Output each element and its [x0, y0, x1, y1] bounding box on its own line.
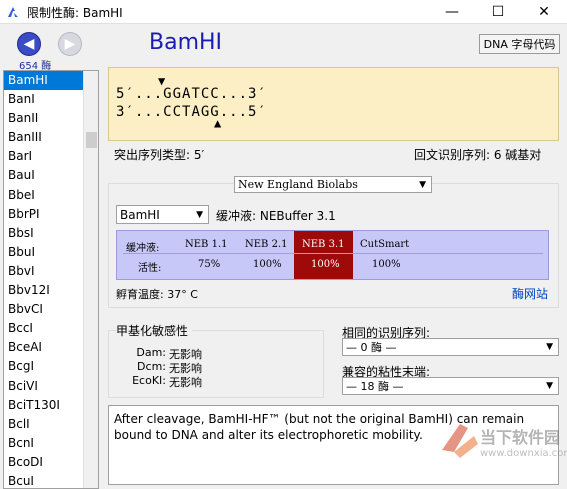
chevron-down-icon: ▼ — [546, 381, 553, 391]
methylation-title: 甲基化敏感性 — [116, 322, 193, 339]
overhang-type: 突出序列类型: 5′ — [114, 148, 205, 162]
back-arrow-icon[interactable]: ◀ — [17, 32, 41, 56]
enzyme-website-link[interactable]: 酶网站 — [512, 285, 548, 302]
minimize-button[interactable]: — — [429, 0, 475, 24]
same-recognition-select[interactable]: — 0 酶 — ▼ — [342, 338, 559, 356]
enzyme-title: BamHI — [149, 30, 223, 55]
app-icon — [8, 7, 18, 17]
enzyme-list[interactable]: BamHI BanI BanII BanIII BarI BauI BbeI BbrPI Bbs… — [3, 70, 99, 489]
supplier-select[interactable]: New England Biolabs ▼ — [234, 176, 432, 193]
divider — [123, 253, 543, 254]
incubation-temp: 孵育温度: 37° C — [116, 288, 198, 301]
compatible-ends-select[interactable]: — 18 酶 — ▼ — [342, 377, 559, 395]
buffer-col-name: CutSmart — [360, 239, 410, 250]
enzyme-select[interactable]: BamHI ▼ — [116, 205, 209, 224]
palindrome-info: 回文识别序列: 6 碱基对 — [414, 148, 542, 162]
methylation-name: Dcm: — [137, 360, 166, 373]
title-bar: 限制性酶: BamHI — ☐ ✕ — [0, 0, 567, 24]
activity-row-label: 活性: — [138, 263, 162, 274]
sequence-box: ▼ 5′...GGATCC...3′ 3′...CCTAGG...5′ ▲ — [108, 67, 559, 141]
buffer-row-label: 缓冲液: — [126, 243, 160, 254]
methylation-value: 无影响 — [169, 376, 202, 389]
bottom-cut-marker-icon: ▲ — [214, 116, 222, 130]
watermark-title: 当下软件园 — [480, 428, 561, 447]
close-button[interactable]: ✕ — [521, 0, 567, 24]
scrollbar-thumb[interactable] — [86, 132, 97, 148]
chevron-down-icon: ▼ — [419, 179, 426, 190]
buffer-activity: 100% — [311, 259, 340, 270]
methylation-name: EcoKI: — [132, 374, 166, 387]
buffer-col-name: NEB 3.1 — [302, 239, 345, 250]
buffer-col-name: NEB 1.1 — [185, 239, 228, 250]
buffer-activity: 75% — [198, 259, 221, 270]
buffer-label: 缓冲液: NEBuffer 3.1 — [216, 209, 336, 223]
watermark-url: www.downxia.com — [480, 448, 567, 459]
buffer-activity: 100% — [372, 259, 401, 270]
maximize-button[interactable]: ☐ — [475, 0, 521, 24]
list-scrollbar[interactable] — [83, 71, 98, 488]
dna-code-button[interactable]: DNA 字母代码 — [479, 34, 560, 54]
top-strand: 5′...GGATCC...3′ — [116, 86, 267, 102]
window-title: 限制性酶: BamHI — [27, 6, 123, 20]
watermark-logo: 当下软件园 www.downxia.com — [440, 418, 567, 468]
buffer-table: 缓冲液: 活性: NEB 1.1 NEB 2.1 NEB 3.1 CutSmar… — [116, 230, 549, 280]
forward-arrow-icon[interactable]: ▶ — [58, 32, 82, 56]
bottom-strand: 3′...CCTAGG...5′ — [116, 104, 267, 120]
chevron-down-icon: ▼ — [196, 209, 203, 220]
chevron-down-icon: ▼ — [546, 342, 553, 352]
methylation-name: Dam: — [136, 346, 166, 359]
buffer-activity: 100% — [253, 259, 282, 270]
buffer-col-name: NEB 2.1 — [245, 239, 288, 250]
